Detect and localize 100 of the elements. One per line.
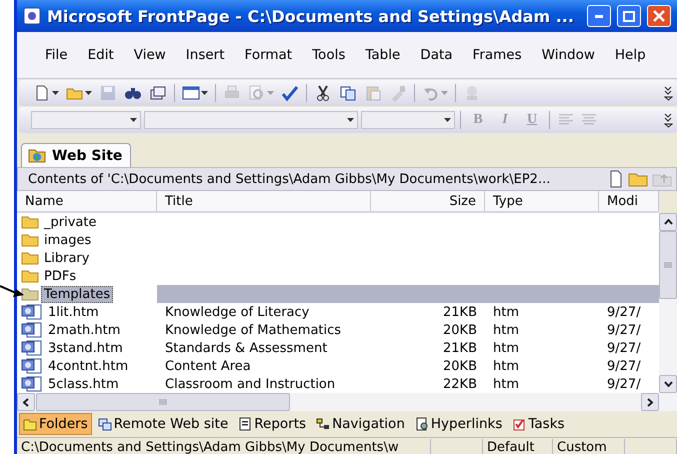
menu-item[interactable]: Window bbox=[532, 44, 605, 66]
table-cell-text: Knowledge of Literacy bbox=[164, 304, 310, 320]
view-tab[interactable]: Navigation bbox=[312, 413, 409, 435]
file-name[interactable]: Templates bbox=[41, 286, 114, 302]
tab[interactable]: Web Site bbox=[21, 143, 132, 167]
align-left-icon bbox=[557, 114, 573, 126]
menu-item[interactable]: Tools bbox=[302, 44, 356, 66]
folder-icon bbox=[21, 269, 39, 283]
scroll-thumb[interactable] bbox=[36, 393, 290, 411]
table-cell-text: htm bbox=[492, 376, 520, 392]
window-title: Microsoft FrontPage - C:\Documents and Settings\Adam ... bbox=[47, 6, 575, 26]
dropdown-caret-icon bbox=[201, 91, 208, 95]
menu-item[interactable]: Data bbox=[410, 44, 463, 66]
column-header[interactable]: Title bbox=[157, 191, 371, 211]
view-tab[interactable]: Hyperlinks bbox=[410, 413, 506, 435]
view-tab[interactable]: Folders bbox=[19, 413, 92, 435]
documents-icon bbox=[149, 84, 167, 102]
view-tab[interactable]: Tasks bbox=[508, 413, 569, 435]
table-cell-text: Knowledge of Mathematics bbox=[164, 322, 342, 338]
toolbar-options-icon[interactable] bbox=[664, 85, 673, 101]
menu-item[interactable]: Edit bbox=[78, 44, 124, 66]
folder-path: Contents of 'C:\Documents and Settings\Adam Gibbs\My Documents\work\EP2... bbox=[28, 172, 552, 186]
magnifier-icon bbox=[248, 84, 266, 102]
folder-icon bbox=[23, 417, 37, 431]
file-name[interactable]: images bbox=[41, 232, 94, 248]
close-button[interactable] bbox=[647, 5, 671, 27]
dropdown-caret-icon bbox=[52, 91, 59, 95]
table-cell-text: htm bbox=[492, 358, 520, 374]
dropdown-caret-icon bbox=[347, 118, 354, 122]
chevron-up-icon bbox=[664, 219, 672, 225]
menu-item[interactable]: Format bbox=[234, 44, 302, 66]
table-cell-text: 9/27/ bbox=[606, 322, 642, 338]
app-icon bbox=[23, 7, 41, 25]
grip-icon bbox=[159, 399, 167, 405]
clipboard-icon bbox=[364, 84, 382, 102]
file-name[interactable]: Library bbox=[41, 250, 92, 266]
spell-check-icon bbox=[281, 84, 299, 102]
file-name[interactable]: 3stand.htm bbox=[45, 340, 126, 356]
maximize-icon bbox=[623, 10, 635, 22]
table-cell-text: 9/27/ bbox=[606, 358, 642, 374]
web-page-icon bbox=[21, 340, 43, 356]
menu-item[interactable]: File bbox=[35, 44, 78, 66]
file-name[interactable]: 2math.htm bbox=[45, 322, 124, 338]
web-page-icon bbox=[21, 322, 43, 338]
menu-item[interactable]: Table bbox=[355, 44, 410, 66]
copy-icon bbox=[339, 84, 357, 102]
chevron-left-icon bbox=[23, 398, 29, 406]
scroll-up-button[interactable] bbox=[659, 213, 677, 231]
scroll-thumb[interactable] bbox=[659, 231, 677, 299]
maximize-button[interactable] bbox=[617, 5, 641, 27]
view-tab[interactable]: Reports bbox=[234, 413, 310, 435]
new-page-icon[interactable] bbox=[608, 170, 624, 188]
status-field: Default bbox=[483, 439, 553, 454]
menu-item[interactable]: View bbox=[124, 44, 176, 66]
status-path: C:\Documents and Settings\Adam Gibbs\My Documents\w bbox=[17, 439, 431, 454]
menu-item[interactable]: Help bbox=[604, 44, 656, 66]
table-cell-text: 20KB bbox=[442, 322, 478, 338]
dropdown-caret-icon bbox=[441, 91, 448, 95]
table-cell-text: htm bbox=[492, 340, 520, 356]
minimize-button[interactable] bbox=[587, 5, 611, 27]
dropdown-caret-icon bbox=[267, 91, 274, 95]
file-name[interactable]: 4contnt.htm bbox=[45, 358, 132, 374]
scroll-right-button[interactable] bbox=[641, 393, 659, 411]
globe-folder-icon bbox=[28, 148, 46, 162]
file-name[interactable]: 5class.htm bbox=[45, 376, 122, 392]
file-name[interactable]: 1lit.htm bbox=[45, 304, 102, 320]
hyperlink-icon bbox=[414, 417, 429, 431]
folder-icon bbox=[21, 287, 39, 301]
file-name[interactable]: PDFs bbox=[41, 268, 80, 284]
save-icon bbox=[99, 84, 117, 102]
toolbar-options-icon[interactable] bbox=[664, 112, 673, 128]
view-tab[interactable]: Remote Web site bbox=[94, 413, 232, 435]
pointer-arrow bbox=[0, 283, 26, 299]
column-header[interactable]: Type bbox=[485, 191, 599, 211]
web-page-icon bbox=[21, 304, 43, 320]
web-page-icon bbox=[21, 358, 43, 374]
table-cell-text: Classroom and Instruction bbox=[164, 376, 336, 392]
table-cell-text: htm bbox=[492, 304, 520, 320]
dropdown-caret-icon bbox=[130, 118, 137, 122]
scissors-icon bbox=[314, 84, 332, 102]
table-cell-text: 20KB bbox=[442, 358, 478, 374]
menu-item[interactable]: Frames bbox=[462, 44, 532, 66]
table-cell-text: 9/27/ bbox=[606, 340, 642, 356]
chevron-down-icon bbox=[664, 381, 672, 387]
column-header[interactable]: Size bbox=[371, 191, 485, 211]
column-header[interactable]: Name bbox=[17, 191, 157, 211]
table-cell-text: 22KB bbox=[442, 376, 478, 392]
close-icon bbox=[653, 10, 665, 22]
scroll-left-button[interactable] bbox=[17, 393, 35, 411]
navigation-icon bbox=[316, 417, 330, 431]
align-center-icon bbox=[580, 114, 596, 126]
table-cell-text: 9/27/ bbox=[606, 304, 642, 320]
file-name[interactable]: _private bbox=[41, 214, 100, 230]
menu-item[interactable]: Insert bbox=[176, 44, 235, 66]
report-icon bbox=[238, 417, 252, 431]
scroll-down-button[interactable] bbox=[659, 375, 677, 393]
table-cell-text: 21KB bbox=[442, 304, 478, 320]
table-cell-text: 9/27/ bbox=[606, 376, 642, 392]
window-icon bbox=[182, 84, 200, 102]
column-header[interactable]: Modi bbox=[599, 191, 659, 211]
